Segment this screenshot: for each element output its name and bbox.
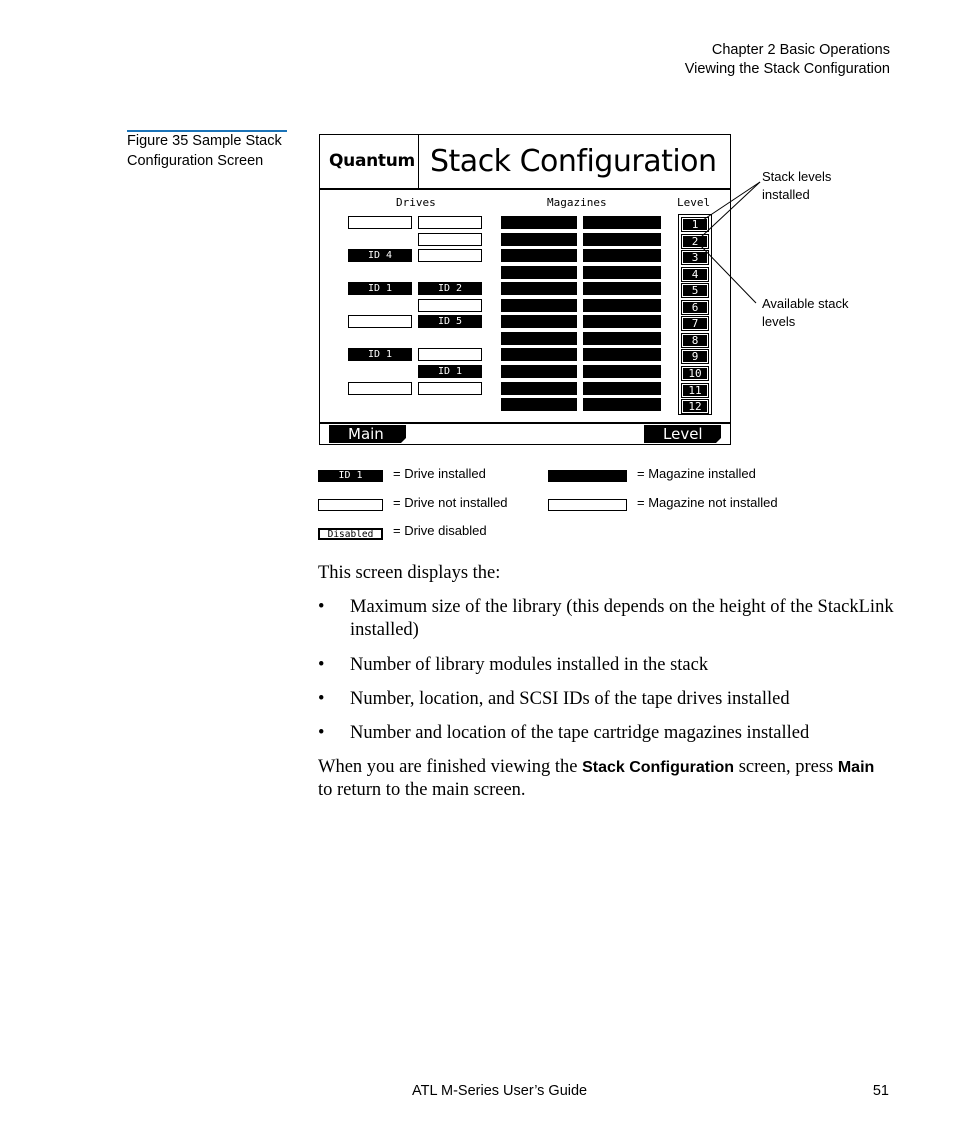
callout-line-level-2 (699, 181, 761, 239)
footer-guide-title: ATL M-Series User’s Guide (412, 1083, 588, 1099)
legend-swatch-drive-installed: ID 1 (318, 470, 383, 482)
bullet-marker: • (318, 655, 325, 675)
legend-drive-not-installed: = Drive not installed (393, 495, 508, 510)
legend-swatch-magazine-not-installed (548, 499, 627, 511)
bullet-marker: • (318, 597, 325, 617)
closing-paragraph: When you are finished viewing the Stack … (318, 756, 878, 802)
intro-paragraph: This screen displays the: (318, 563, 501, 583)
legend-swatch-drive-disabled: Disabled (318, 528, 383, 540)
legend-swatch-magazine-installed (548, 470, 627, 482)
bullet-item: Number and location of the tape cartridg… (350, 723, 810, 743)
closing-text: to return to the main screen. (318, 780, 526, 800)
closing-text: screen, press (734, 757, 838, 777)
bullet-marker: • (318, 723, 325, 743)
bullet-item: Number, location, and SCSI IDs of the ta… (350, 689, 790, 709)
callout-line-level-1 (699, 181, 761, 223)
bullet-item: Maximum size of the library (this depend… (350, 597, 894, 640)
page-number: 51 (872, 1083, 889, 1099)
legend-magazine-not-installed: = Magazine not installed (637, 495, 778, 510)
legend-magazine-installed: = Magazine installed (637, 466, 756, 481)
bullet-marker: • (318, 689, 325, 709)
main-reference: Main (837, 759, 875, 776)
stack-configuration-reference: Stack Configuration (582, 759, 735, 776)
legend-drive-disabled: = Drive disabled (393, 523, 487, 538)
callout-available-levels: Available stack levels (762, 296, 849, 329)
callout-line-available (697, 242, 757, 304)
legend-swatch-drive-not-installed (318, 499, 383, 511)
legend-drive-installed: = Drive installed (393, 466, 486, 481)
closing-text: When you are finished viewing the (318, 757, 583, 777)
bullet-item: Number of library modules installed in t… (350, 655, 709, 675)
callout-installed-levels: Stack levels installed (762, 169, 832, 202)
